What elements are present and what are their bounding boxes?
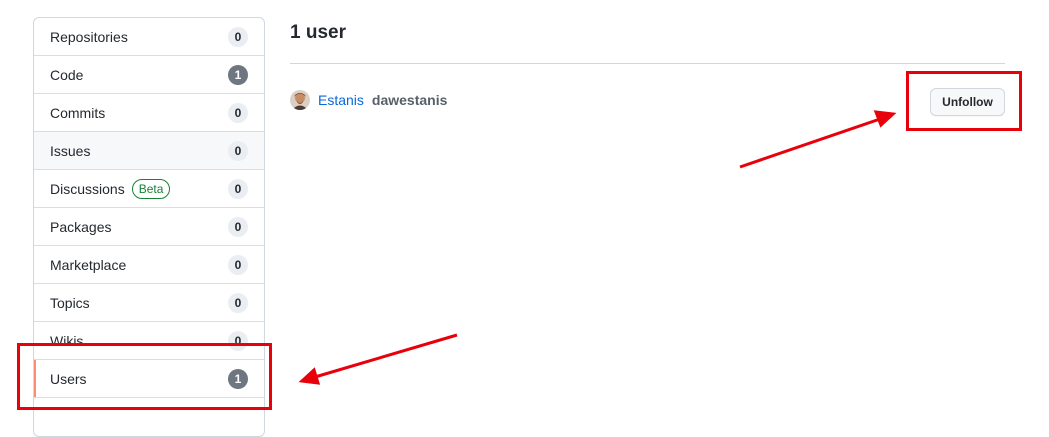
arrow-head-icon xyxy=(298,367,321,385)
annotation-arrows xyxy=(298,110,897,385)
arrow-to-users xyxy=(314,333,458,379)
arrow-to-unfollow xyxy=(739,117,881,169)
arrow-head-icon xyxy=(873,110,897,128)
